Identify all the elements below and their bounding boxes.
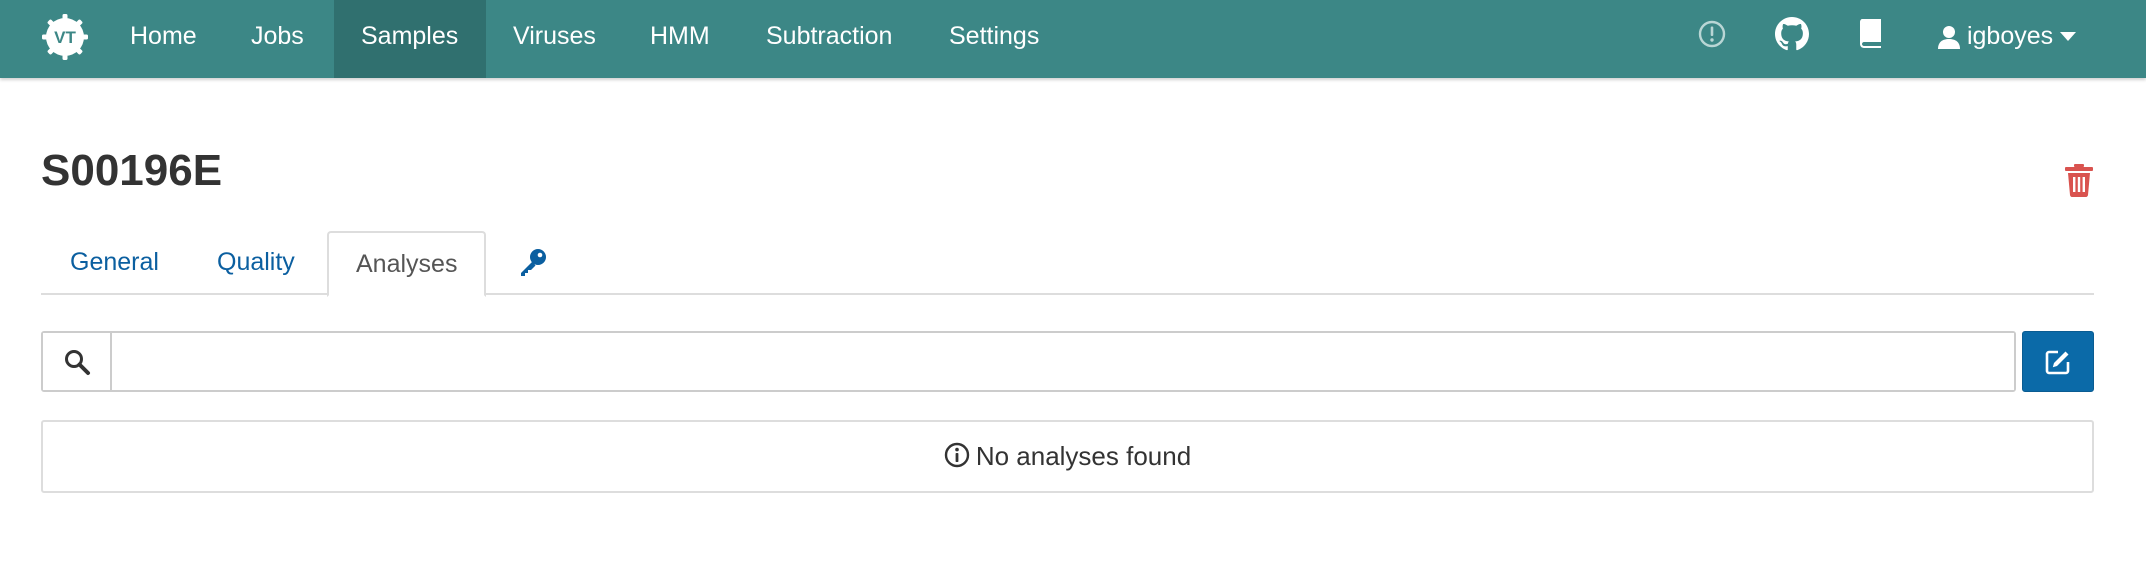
caret-down-icon xyxy=(2060,32,2077,42)
create-analysis-button[interactable] xyxy=(2022,331,2094,392)
tab-quality[interactable]: Quality xyxy=(217,231,295,295)
nav-subtraction[interactable]: Subtraction xyxy=(739,0,919,78)
nav-hmm[interactable]: HMM xyxy=(623,0,737,78)
tab-general[interactable]: General xyxy=(70,231,159,295)
tab-analyses[interactable]: Analyses xyxy=(327,231,487,297)
edit-icon xyxy=(2045,350,2070,374)
trash-icon[interactable] xyxy=(2064,163,2094,197)
nav-viruses[interactable]: Viruses xyxy=(486,0,623,78)
nav-samples[interactable]: Samples xyxy=(334,0,486,78)
sample-tabs: General Quality Analyses xyxy=(41,231,2094,297)
nav-home[interactable]: Home xyxy=(103,0,224,78)
user-name: igboyes xyxy=(1966,22,2054,50)
empty-state-message: No analyses found xyxy=(975,441,1192,471)
alert-circle-icon[interactable] xyxy=(1696,18,1728,50)
search-input[interactable] xyxy=(112,333,2014,390)
user-icon xyxy=(1938,26,1960,50)
page-title: S00196E xyxy=(41,146,223,195)
nav-jobs[interactable]: Jobs xyxy=(224,0,331,78)
top-navbar: VT Home Jobs Samples Viruses HMM Subtrac… xyxy=(0,0,2146,78)
analyses-search-group xyxy=(41,331,2016,392)
info-circle-icon xyxy=(944,442,970,468)
search-icon xyxy=(64,349,90,375)
user-menu[interactable]: igboyes xyxy=(1938,0,2077,72)
github-icon[interactable] xyxy=(1775,17,1809,51)
svg-text:VT: VT xyxy=(54,28,76,47)
book-icon[interactable] xyxy=(1856,17,1886,49)
virtool-logo-icon[interactable]: VT xyxy=(40,12,90,62)
search-addon xyxy=(43,333,112,390)
nav-settings[interactable]: Settings xyxy=(922,0,1066,78)
key-icon[interactable] xyxy=(517,247,549,279)
empty-state-panel: No analyses found xyxy=(41,420,2094,493)
